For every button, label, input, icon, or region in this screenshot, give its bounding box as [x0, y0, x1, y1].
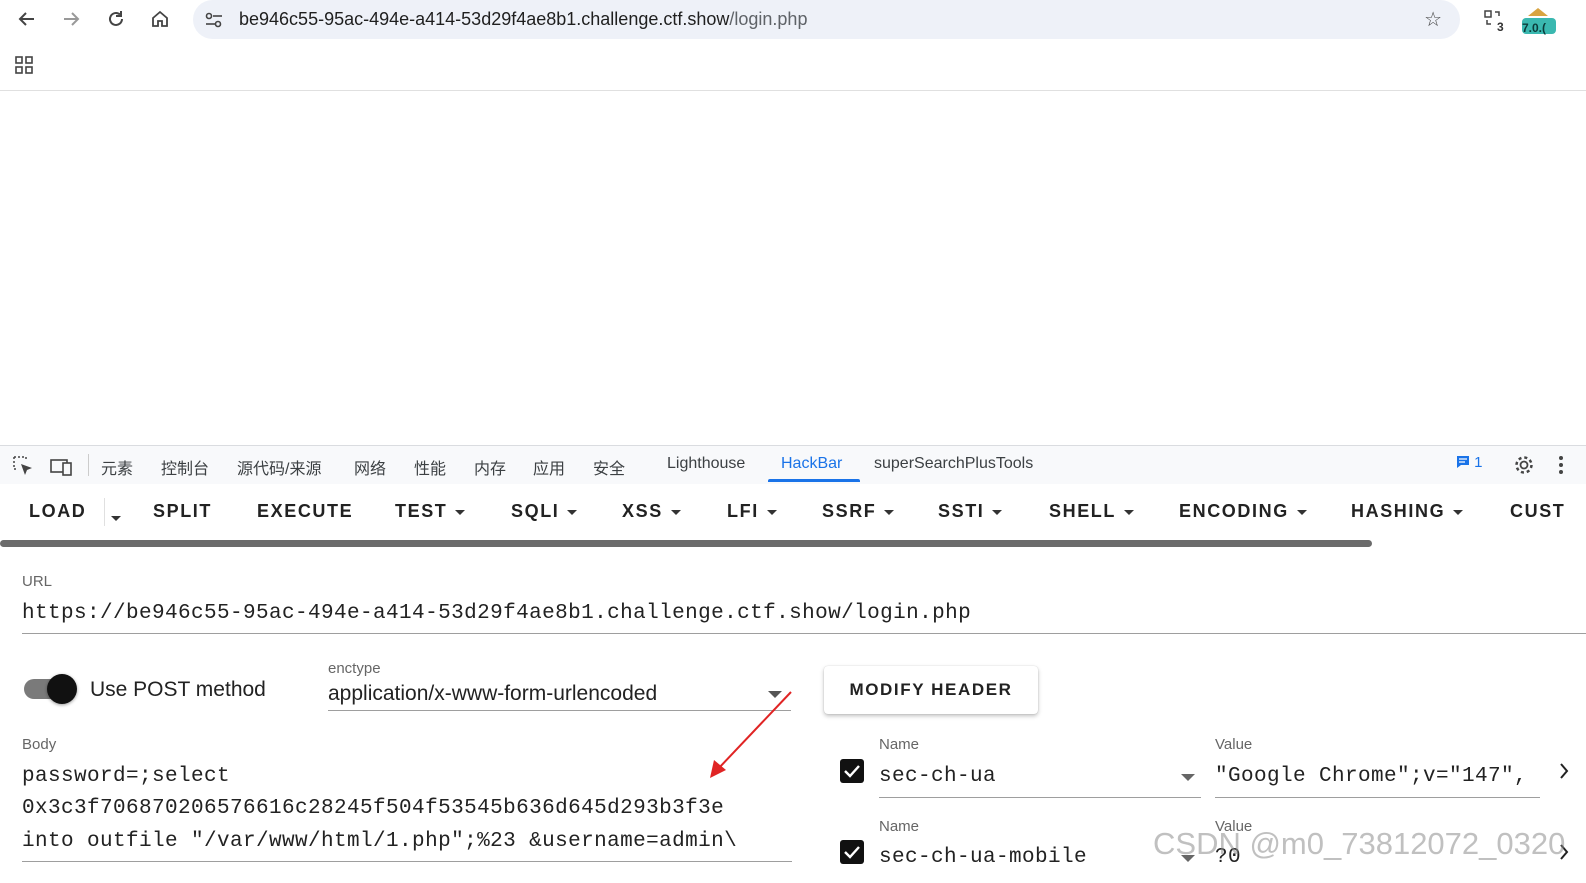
split-button[interactable]: SPLIT — [153, 501, 212, 522]
header-checkbox[interactable] — [840, 840, 864, 864]
messages-count: 1 — [1474, 454, 1483, 471]
header-value-label: Value — [1215, 736, 1253, 753]
tab-lighthouse[interactable]: Lighthouse — [667, 455, 745, 473]
header-value-input[interactable]: "Google Chrome";v="147", — [1215, 765, 1527, 788]
tab-memory[interactable]: 内存 — [474, 455, 506, 479]
page-viewport — [0, 91, 1586, 445]
browser-toolbar: be946c55-95ac-494e-a414-53d29f4ae8b1.cha… — [0, 0, 1586, 91]
lfi-label: LFI — [727, 501, 759, 521]
header-name-label: Name — [879, 736, 920, 753]
ssti-menu[interactable]: SSTI — [938, 501, 1003, 522]
devtools-tab-bar: 元素 控制台 源代码/来源 网络 性能 内存 应用 安全 Lighthouse … — [0, 445, 1586, 485]
custom-menu[interactable]: CUST — [1510, 501, 1565, 522]
enctype-select[interactable]: application/x-www-form-urlencoded — [328, 682, 657, 706]
apps-grid-icon[interactable] — [14, 55, 34, 75]
shell-label: SHELL — [1049, 501, 1117, 521]
encoding-menu[interactable]: ENCODING — [1179, 501, 1307, 522]
url-host: be946c55-95ac-494e-a414-53d29f4ae8b1.cha… — [239, 9, 730, 29]
tab-network[interactable]: 网络 — [354, 455, 386, 479]
messages-badge[interactable]: 1 — [1456, 454, 1483, 471]
hashing-menu[interactable]: HASHING — [1351, 501, 1464, 522]
header-checkbox[interactable] — [840, 759, 864, 783]
chevron-down-icon[interactable] — [1181, 774, 1195, 781]
more-options-icon[interactable] — [1557, 455, 1565, 480]
load-button[interactable]: LOAD — [29, 501, 86, 522]
body-underline — [22, 861, 792, 862]
horizontal-scrollbar[interactable] — [0, 540, 1372, 547]
tab-hackbar[interactable]: HackBar — [781, 455, 842, 473]
execute-button[interactable]: EXECUTE — [257, 501, 353, 522]
watermark-text: CSDN @m0_73812072_0320 — [1153, 826, 1566, 861]
url-path: /login.php — [729, 9, 808, 29]
divider — [88, 454, 89, 476]
back-icon[interactable] — [14, 6, 40, 32]
settings-gear-icon[interactable] — [1513, 454, 1535, 481]
load-dropdown-icon[interactable] — [111, 510, 121, 528]
chevron-down-icon — [455, 510, 466, 516]
url-input[interactable]: https://be946c55-95ac-494e-a414-53d29f4a… — [22, 602, 971, 625]
ssrf-label: SSRF — [822, 501, 877, 521]
address-bar-url[interactable]: be946c55-95ac-494e-a414-53d29f4ae8b1.cha… — [239, 9, 807, 30]
xss-label: XSS — [622, 501, 663, 521]
forward-icon[interactable] — [58, 6, 84, 32]
encoding-label: ENCODING — [1179, 501, 1289, 521]
body-label: Body — [22, 736, 57, 753]
ssti-label: SSTI — [938, 501, 985, 521]
xss-menu[interactable]: XSS — [622, 501, 681, 522]
extension-badge: 3 — [1497, 20, 1504, 34]
tab-application[interactable]: 应用 — [533, 455, 565, 479]
extension-badge-icon[interactable]: 7.0.( — [1518, 4, 1558, 36]
sqli-label: SQLI — [511, 501, 560, 521]
body-textarea-line[interactable]: into outfile "/var/www/html/1.php";%23 &… — [22, 830, 737, 853]
header-value-underline — [1215, 797, 1540, 798]
tab-sources[interactable]: 源代码/来源 — [237, 455, 321, 479]
body-textarea-line[interactable]: password=;select — [22, 765, 230, 788]
reload-icon[interactable] — [103, 6, 129, 32]
ssrf-menu[interactable]: SSRF — [822, 501, 895, 522]
lfi-menu[interactable]: LFI — [727, 501, 777, 522]
extension-icon[interactable]: 3 — [1483, 6, 1509, 34]
chevron-down-icon — [884, 510, 895, 516]
header-name-label: Name — [879, 818, 920, 835]
shell-menu[interactable]: SHELL — [1049, 501, 1135, 522]
tab-supersearchplustools[interactable]: superSearchPlusTools — [874, 455, 1033, 473]
inspect-element-icon[interactable] — [12, 455, 34, 482]
enctype-label: enctype — [328, 660, 381, 677]
chevron-down-icon — [1124, 510, 1135, 516]
url-label: URL — [22, 573, 53, 590]
header-name-input[interactable]: sec-ch-ua-mobile — [879, 846, 1087, 869]
hackbar-menu: LOAD SPLIT EXECUTE TEST SQLI XSS LFI SSR… — [0, 484, 1586, 538]
device-toolbar-icon[interactable] — [50, 455, 72, 482]
address-bar[interactable]: be946c55-95ac-494e-a414-53d29f4ae8b1.cha… — [193, 0, 1460, 39]
site-info-icon[interactable] — [203, 9, 225, 31]
test-label: TEST — [395, 501, 448, 521]
extension-version: 7.0.( — [1522, 21, 1547, 35]
chevron-right-icon[interactable] — [1558, 761, 1570, 786]
chevron-down-icon — [766, 510, 777, 516]
post-method-label: Use POST method — [90, 678, 266, 701]
modify-header-button[interactable]: MODIFY HEADER — [824, 666, 1038, 714]
chevron-down-icon — [670, 510, 681, 516]
annotation-arrow — [710, 691, 792, 778]
sqli-menu[interactable]: SQLI — [511, 501, 578, 522]
tab-security[interactable]: 安全 — [593, 455, 625, 479]
url-input-underline — [22, 633, 1586, 634]
body-textarea-line[interactable]: 0x3c3f706870206576616c28245f504f53545b63… — [22, 797, 724, 820]
header-name-input[interactable]: sec-ch-ua — [879, 765, 996, 788]
bookmark-star-icon[interactable]: ☆ — [1424, 7, 1442, 32]
tab-performance[interactable]: 性能 — [414, 455, 446, 479]
chevron-down-icon — [1296, 510, 1307, 516]
test-menu[interactable]: TEST — [395, 501, 466, 522]
toggle-knob[interactable] — [47, 674, 77, 704]
hashing-label: HASHING — [1351, 501, 1446, 521]
chevron-down-icon — [992, 510, 1003, 516]
tab-console[interactable]: 控制台 — [161, 455, 209, 479]
home-icon[interactable] — [147, 6, 173, 32]
divider — [104, 498, 105, 526]
active-tab-indicator — [768, 479, 860, 482]
header-name-underline — [879, 797, 1201, 798]
chevron-down-icon — [1453, 510, 1464, 516]
tab-elements[interactable]: 元素 — [101, 455, 133, 479]
chevron-down-icon — [567, 510, 578, 516]
